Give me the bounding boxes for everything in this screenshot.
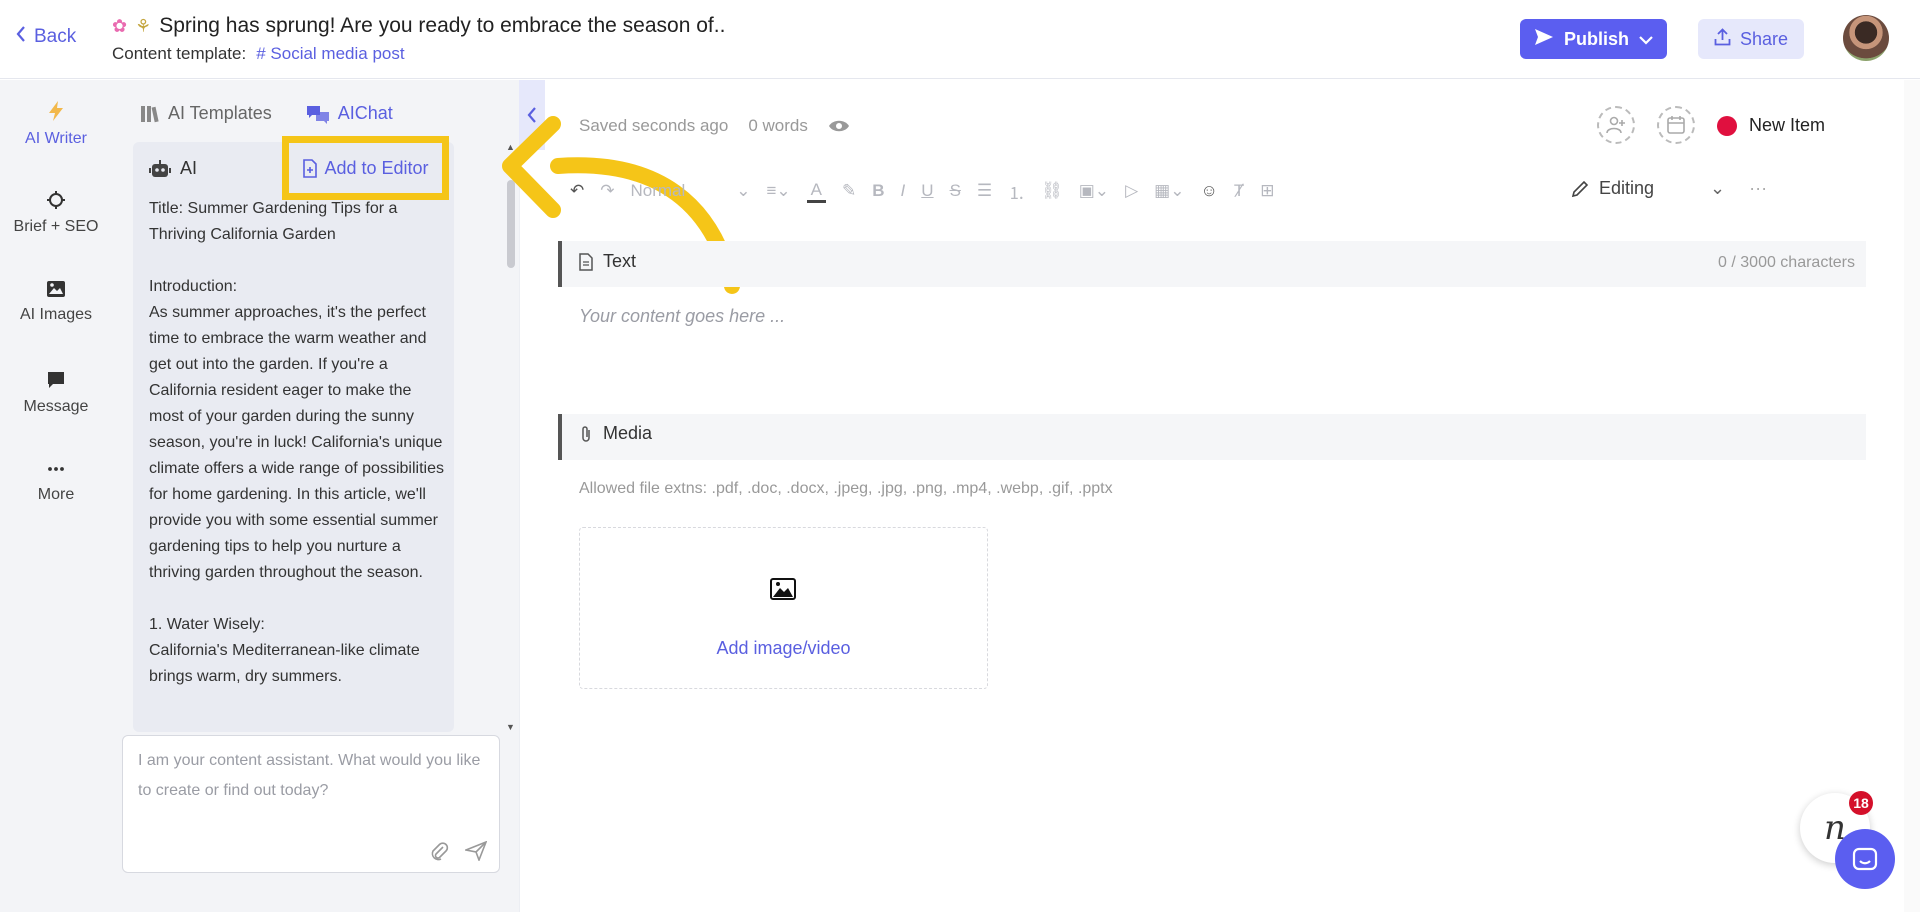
- dots-icon: [48, 467, 64, 471]
- panel-tabs: AI Templates AIChat: [140, 103, 393, 124]
- word-count: 0 words: [748, 116, 808, 135]
- title-text: Spring has sprung! Are you ready to embr…: [159, 14, 726, 37]
- support-chat-launcher[interactable]: [1835, 829, 1895, 889]
- content-template-row: Content template: # Social media post: [112, 44, 405, 64]
- chat-bubble-icon: [48, 372, 64, 388]
- template-link[interactable]: # Social media post: [256, 44, 404, 64]
- text-section-label: Text: [579, 251, 636, 272]
- chat-launcher-icon: [1852, 847, 1878, 871]
- robot-icon: [149, 159, 171, 177]
- bold-icon[interactable]: B: [872, 181, 884, 201]
- undo-icon[interactable]: ↶: [570, 181, 584, 201]
- back-label: Back: [34, 26, 77, 47]
- tab-aichat[interactable]: AIChat: [306, 103, 393, 124]
- back-button[interactable]: Back: [16, 26, 76, 48]
- books-icon: [141, 105, 159, 122]
- numbered-list-icon[interactable]: ⒈: [1008, 179, 1025, 204]
- link-icon[interactable]: ⛓: [1041, 181, 1063, 201]
- more-options-icon[interactable]: ···: [1749, 178, 1767, 199]
- send-message-icon[interactable]: [463, 840, 488, 866]
- rail-item-ai-images[interactable]: AI Images: [0, 280, 112, 324]
- schedule-button[interactable]: [1657, 106, 1695, 144]
- chevron-down-icon: ⌄: [1710, 178, 1726, 198]
- plant-emoji-icon: ⚘: [135, 15, 152, 36]
- rail-item-message[interactable]: Message: [0, 370, 112, 416]
- clear-format-icon[interactable]: Ⱦ: [1234, 181, 1244, 201]
- tab-ai-templates[interactable]: AI Templates: [140, 103, 272, 124]
- chevron-left-icon: [16, 26, 26, 48]
- ai-message-text: Title: Summer Gardening Tips for a Thriv…: [149, 200, 444, 685]
- template-label: Content template:: [112, 44, 247, 63]
- add-to-editor-button[interactable]: Add to Editor: [282, 136, 449, 200]
- highlight-icon[interactable]: ✎: [842, 181, 856, 201]
- hash-icon: #: [256, 44, 266, 63]
- user-avatar[interactable]: [1843, 15, 1889, 61]
- assign-user-button[interactable]: [1597, 106, 1635, 144]
- send-icon: [1534, 28, 1554, 51]
- italic-icon[interactable]: I: [901, 181, 906, 201]
- top-header: Back ✿ ⚘ Spring has sprung! Are you read…: [0, 0, 1920, 79]
- file-add-icon: [303, 158, 318, 178]
- rail-item-brief-seo[interactable]: Brief + SEO: [0, 190, 112, 236]
- calendar-icon: [1667, 116, 1685, 134]
- editor-status: Saved seconds ago 0 words: [579, 116, 850, 136]
- bullet-list-icon[interactable]: ☰: [977, 181, 992, 201]
- table-icon[interactable]: ▦⌄: [1154, 181, 1184, 201]
- media-upload-dropzone[interactable]: [579, 527, 988, 689]
- flower-emoji-icon: ✿: [112, 15, 128, 36]
- content-editor[interactable]: Your content goes here ...: [579, 306, 785, 327]
- page-scrollbar[interactable]: [1904, 80, 1920, 912]
- align-icon[interactable]: ≡⌄: [767, 181, 791, 201]
- rail-item-ai-writer[interactable]: AI Writer: [0, 100, 112, 148]
- editing-mode-select[interactable]: Editing ⌄ ···: [1571, 178, 1767, 199]
- chevron-down-icon: ⌄: [736, 181, 751, 200]
- strikethrough-icon[interactable]: S: [950, 181, 961, 201]
- text-color-icon[interactable]: A: [806, 180, 827, 203]
- crosshair-icon: [47, 191, 65, 209]
- video-icon[interactable]: ▷: [1125, 181, 1138, 201]
- chevron-down-icon: [1639, 29, 1653, 50]
- add-image-video-link[interactable]: Add image/video: [579, 638, 988, 659]
- document-title[interactable]: ✿ ⚘ Spring has sprung! Are you ready to …: [112, 14, 725, 38]
- media-section-label: Media: [579, 423, 652, 444]
- media-section-header: [558, 414, 1866, 460]
- underline-icon[interactable]: U: [921, 181, 933, 201]
- status-dot: [1717, 115, 1737, 136]
- paperclip-icon: [582, 425, 590, 442]
- saved-status: Saved seconds ago: [579, 116, 729, 135]
- eye-icon[interactable]: [828, 118, 850, 134]
- rail-item-more[interactable]: More: [0, 460, 112, 504]
- comment-icon[interactable]: ⊞: [1260, 181, 1274, 201]
- document-icon: [579, 252, 593, 271]
- pencil-icon: [1571, 180, 1589, 197]
- publish-button[interactable]: Publish: [1520, 19, 1667, 59]
- chat-icon: [306, 105, 329, 124]
- scroll-down-arrow-icon[interactable]: ▼: [506, 722, 515, 732]
- upload-icon: [1714, 27, 1731, 51]
- left-rail: AI Writer Brief + SEO AI Images Message …: [0, 80, 112, 912]
- image-placeholder-icon: [770, 578, 796, 605]
- character-count: 0 / 3000 characters: [1718, 254, 1855, 271]
- text-style-select[interactable]: Normal ⌄: [631, 181, 751, 201]
- redo-icon[interactable]: ↷: [600, 181, 614, 201]
- allowed-extensions: Allowed file extns: .pdf, .doc, .docx, .…: [579, 480, 1113, 497]
- insert-image-icon[interactable]: ▣⌄: [1079, 181, 1109, 201]
- chat-placeholder: I am your content assistant. What would …: [138, 752, 481, 799]
- notification-badge: 18: [1849, 791, 1873, 815]
- image-icon: [47, 281, 65, 297]
- attach-icon[interactable]: [429, 841, 449, 866]
- emoji-icon[interactable]: ☺: [1200, 181, 1217, 201]
- share-button[interactable]: Share: [1698, 19, 1804, 59]
- lightning-icon: [49, 101, 63, 121]
- status-selector[interactable]: New Item: [1717, 115, 1825, 136]
- add-user-icon: [1606, 116, 1625, 134]
- editor-toolbar: ↶ ↷ Normal ⌄ ≡⌄ A ✎ B I U S ☰ ⒈ ⛓ ▣⌄ ▷ ▦⌄…: [570, 178, 1274, 204]
- text-section-header: [558, 241, 1866, 287]
- message-sender: AI: [149, 158, 197, 179]
